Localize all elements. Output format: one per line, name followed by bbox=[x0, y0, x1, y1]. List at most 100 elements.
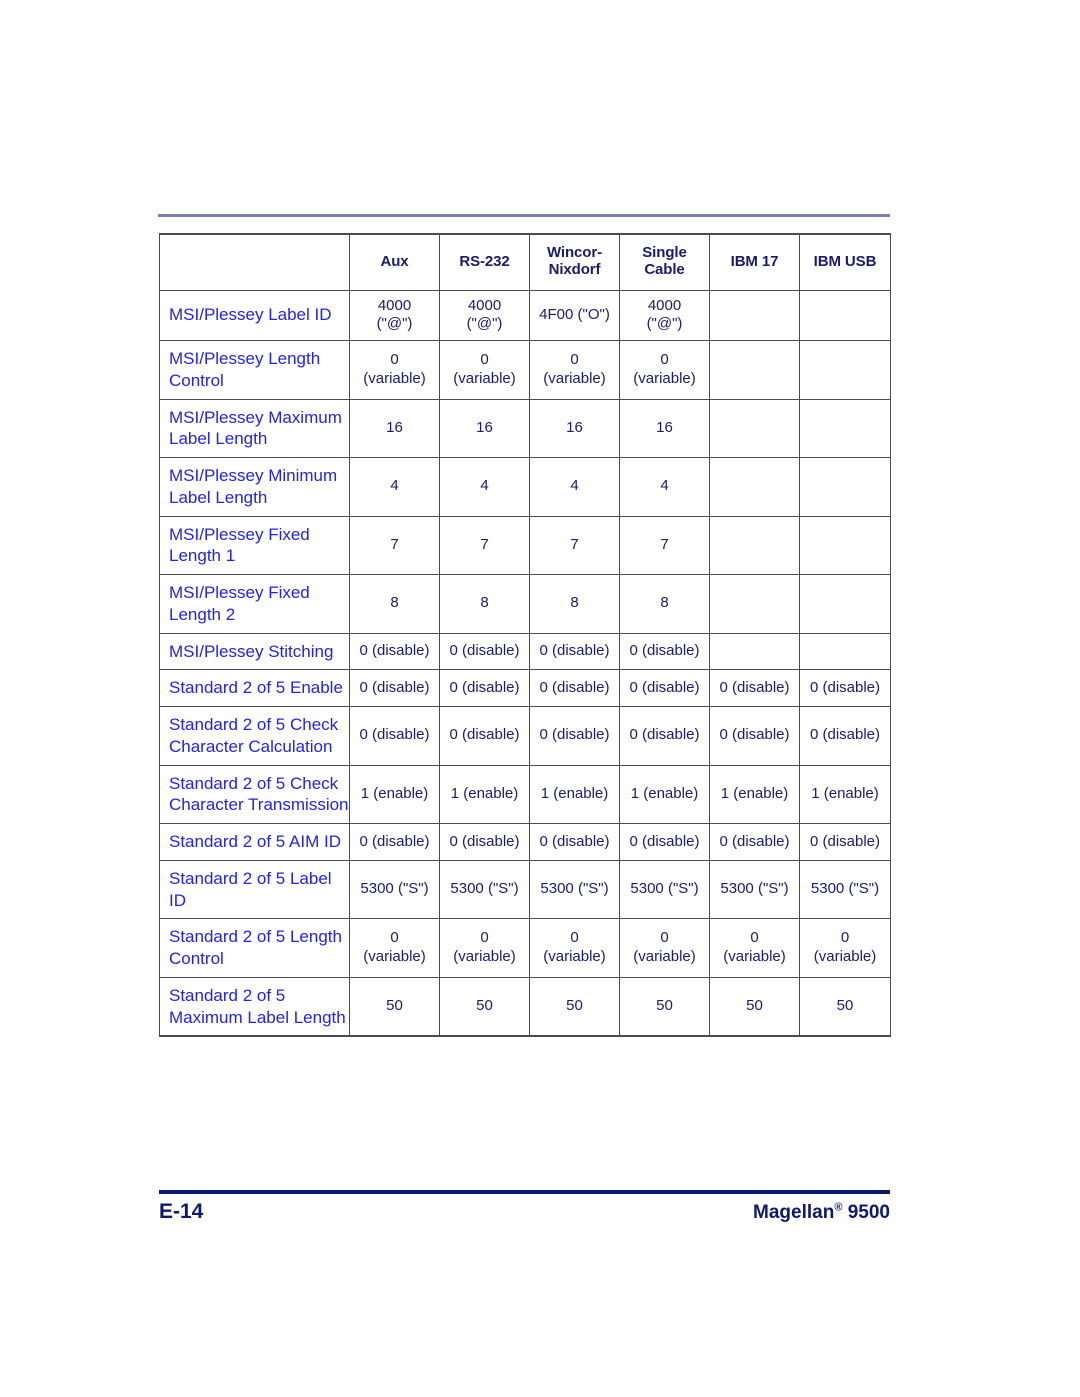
cell-value-main: 5300 ("S") bbox=[810, 880, 880, 898]
cell-rs232: 0 (disable) bbox=[439, 706, 530, 766]
cell-rs232: 16 bbox=[439, 398, 530, 458]
cell-value-main: 5300 ("S") bbox=[630, 880, 699, 898]
table-row: MSI/Plessey Fixed Length 2 8 8 8 8 bbox=[159, 574, 891, 634]
cell-ibm17 bbox=[709, 515, 800, 575]
cell-wincor: 1 (enable) bbox=[529, 764, 620, 824]
cell-value-sub: (variable) bbox=[363, 948, 426, 965]
cell-value-main: 16 bbox=[386, 418, 403, 436]
cell-value-main: 0 bbox=[750, 929, 759, 947]
cell-wincor: 0 (disable) bbox=[529, 706, 620, 766]
column-header-wincor-line2: Nixdorf bbox=[548, 261, 601, 279]
cell-value-main: 5300 ("S") bbox=[450, 880, 519, 898]
cell-value-main: 0 bbox=[840, 929, 850, 947]
cell-single: 0 (variable) bbox=[619, 918, 710, 978]
table-row: Standard 2 of 5 Label ID 5300 ("S") 5300 (… bbox=[159, 859, 891, 920]
cell-single: 16 bbox=[619, 398, 710, 458]
cell-ibmusb: 1 (enable) bbox=[799, 764, 891, 824]
cell-single: 0 (disable) bbox=[619, 632, 710, 671]
cell-ibm17: 0 (variable) bbox=[709, 918, 800, 978]
column-header-ibmusb-label: IBM USB bbox=[813, 252, 877, 270]
cell-aux: 0 (disable) bbox=[349, 823, 440, 861]
cell-value-main: 0 (disable) bbox=[629, 726, 700, 744]
cell-value-sub: ("@") bbox=[646, 315, 683, 333]
cell-value-main: 1 (enable) bbox=[630, 784, 699, 802]
cell-rs232: 0 (variable) bbox=[439, 340, 530, 400]
cell-value-sub: (variable) bbox=[633, 948, 696, 965]
column-header-ibm17-label: IBM 17 bbox=[730, 252, 779, 270]
configuration-defaults-table: Aux RS-232 Wincor- Nixdorf Single Cable … bbox=[159, 233, 891, 1038]
cell-ibmusb bbox=[799, 515, 891, 575]
cell-wincor: 4 bbox=[529, 457, 620, 517]
table-row: MSI/Plessey Maximum Label Length 16 16 16 16 bbox=[159, 398, 891, 458]
cell-wincor: 5300 ("S") bbox=[529, 859, 620, 920]
cell-rs232: 50 bbox=[439, 976, 530, 1038]
cell-ibmusb: 0 (disable) bbox=[799, 823, 891, 861]
cell-aux: 16 bbox=[349, 398, 440, 458]
cell-single: 50 bbox=[619, 976, 710, 1038]
cell-aux: 4000 ("@") bbox=[349, 289, 440, 341]
row-label: MSI/Plessey Length Control bbox=[159, 340, 350, 400]
cell-single: 4 bbox=[619, 457, 710, 517]
cell-value-main: 0 bbox=[570, 929, 579, 947]
row-label: MSI/Plessey Minimum Label Length bbox=[159, 457, 350, 517]
cell-value-main: 0 bbox=[660, 351, 669, 368]
cell-value-sub: (variable) bbox=[543, 369, 606, 387]
row-label: Standard 2 of 5 Check Character Calculat… bbox=[159, 706, 350, 766]
cell-wincor: 0 (disable) bbox=[529, 823, 620, 861]
table-row: Standard 2 of 5 Length Control 0 (variable… bbox=[159, 918, 891, 978]
cell-rs232: 0 (disable) bbox=[439, 669, 530, 707]
cell-ibm17: 5300 ("S") bbox=[709, 859, 800, 920]
cell-value-main: 16 bbox=[656, 418, 673, 436]
row-label: MSI/Plessey Stitching bbox=[159, 632, 350, 671]
cell-rs232: 8 bbox=[439, 574, 530, 634]
cell-value-main: 0 bbox=[390, 929, 399, 947]
cell-value-main: 0 (disable) bbox=[449, 832, 520, 850]
cell-wincor: 0 (variable) bbox=[529, 340, 620, 400]
cell-value-main: 4 bbox=[660, 477, 669, 495]
table-body: MSI/Plessey Label ID 4000 ("@") 4000 ("@") 4F… bbox=[159, 289, 891, 1038]
cell-value-main: 4000 bbox=[467, 296, 502, 314]
cell-value-main: 7 bbox=[660, 535, 669, 553]
table-row: Standard 2 of 5 Check Character Calculat… bbox=[159, 706, 891, 766]
cell-value-main: 50 bbox=[476, 997, 493, 1015]
cell-aux: 0 (disable) bbox=[349, 669, 440, 707]
row-label: Standard 2 of 5 Length Control bbox=[159, 918, 350, 978]
column-header-rs232: RS-232 bbox=[439, 233, 530, 291]
table-row: Standard 2 of 5 Check Character Transmis… bbox=[159, 764, 891, 824]
table-row: MSI/Plessey Fixed Length 1 7 7 7 7 bbox=[159, 515, 891, 575]
cell-value-main: 1 (enable) bbox=[811, 784, 879, 802]
cell-value-main: 0 (disable) bbox=[359, 678, 430, 696]
cell-wincor: 7 bbox=[529, 515, 620, 575]
cell-single: 4000 ("@") bbox=[619, 289, 710, 341]
table-row: MSI/Plessey Label ID 4000 ("@") 4000 ("@") 4F… bbox=[159, 289, 891, 341]
column-header-ibm17: IBM 17 bbox=[709, 233, 800, 291]
row-label: MSI/Plessey Label ID bbox=[159, 289, 350, 341]
table-row: MSI/Plessey Stitching 0 (disable) 0 (disab… bbox=[159, 632, 891, 671]
cell-aux: 4 bbox=[349, 457, 440, 517]
column-header-single-line2: Cable bbox=[644, 261, 685, 279]
cell-single: 0 (variable) bbox=[619, 340, 710, 400]
cell-value-main: 0 (disable) bbox=[719, 726, 790, 744]
column-header-rs232-label: RS-232 bbox=[459, 252, 510, 270]
cell-value-main: 0 (disable) bbox=[629, 642, 700, 659]
cell-value-sub: (variable) bbox=[813, 948, 877, 965]
table-row: MSI/Plessey Minimum Label Length 4 4 4 4 bbox=[159, 457, 891, 517]
cell-value-main: 5300 ("S") bbox=[540, 880, 609, 898]
cell-value-main: 0 bbox=[480, 929, 489, 947]
cell-single: 5300 ("S") bbox=[619, 859, 710, 920]
cell-value-main: 1 (enable) bbox=[450, 784, 519, 802]
cell-value-sub: ("@") bbox=[376, 315, 413, 333]
row-label: MSI/Plessey Maximum Label Length bbox=[159, 398, 350, 458]
cell-single: 7 bbox=[619, 515, 710, 575]
cell-value-main: 7 bbox=[570, 535, 579, 553]
cell-value-main: 0 (disable) bbox=[449, 642, 520, 659]
cell-value-main: 4 bbox=[390, 477, 399, 495]
cell-ibm17 bbox=[709, 632, 800, 671]
cell-value-sub: (variable) bbox=[633, 369, 696, 387]
cell-value-main: 50 bbox=[836, 997, 854, 1015]
column-header-single-line1: Single bbox=[642, 244, 687, 262]
cell-value-main: 4 bbox=[480, 477, 489, 495]
cell-wincor: 8 bbox=[529, 574, 620, 634]
cell-aux: 8 bbox=[349, 574, 440, 634]
column-header-aux-label: Aux bbox=[380, 252, 409, 270]
